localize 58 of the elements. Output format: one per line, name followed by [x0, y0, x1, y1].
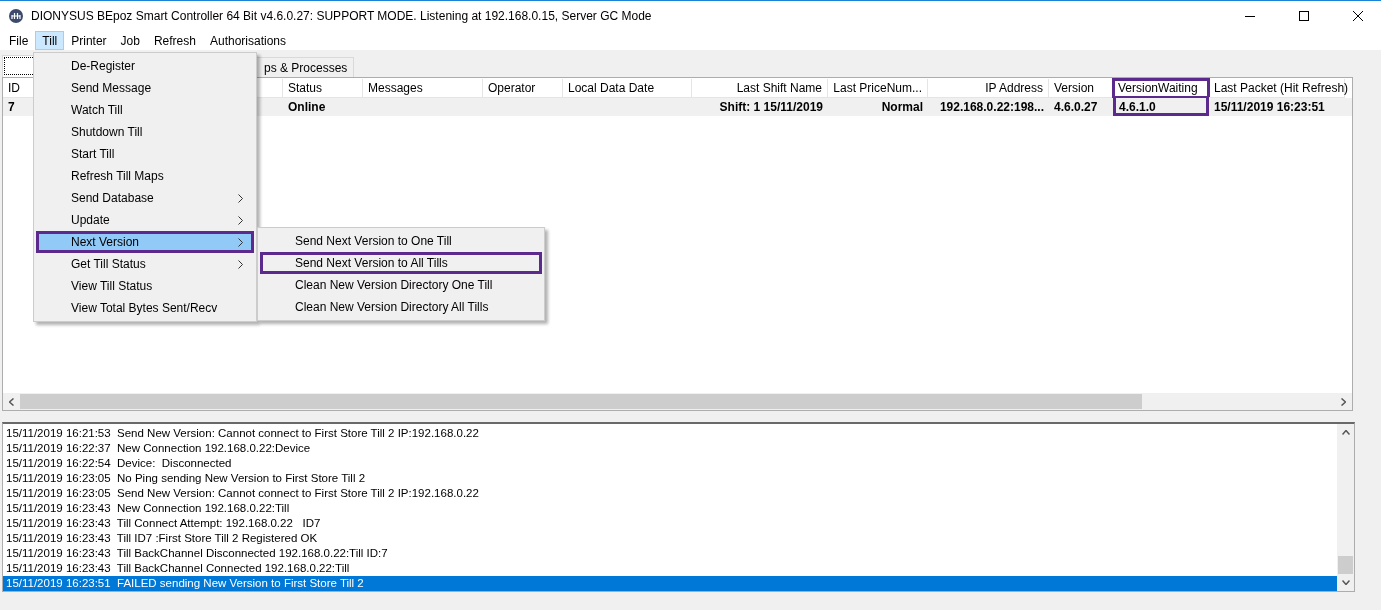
chevron-right-icon: [238, 215, 243, 225]
table-cell-text: 192.168.0.22:198...: [938, 99, 1045, 116]
chevron-right-icon: [238, 237, 243, 247]
table-cell-text: Normal: [880, 99, 924, 116]
log-entry[interactable]: 15/11/2019 16:23:43 Till BackChannel Connected 192.168.0.22:Till: [3, 561, 1337, 576]
scrollbar-thumb[interactable]: [20, 394, 1142, 409]
log-entry[interactable]: 15/11/2019 16:23:43 Till BackChannel Disconnected 192.168.0.22:Till ID:7: [3, 546, 1337, 561]
log-entry[interactable]: 15/11/2019 16:23:43 Till ID7 :First Store Till 2 Registered OK: [3, 531, 1337, 546]
menu-bar-item[interactable]: File: [2, 31, 36, 50]
maximize-icon: [1299, 11, 1309, 21]
menu-item[interactable]: View Total Bytes Sent/Recv: [36, 297, 254, 319]
scroll-up-icon: [1341, 430, 1350, 435]
window-title: DIONYSUS BEpoz Smart Controller 64 Bit v4.6.0.27: SUPPORT MODE. Listening at 192.168.0.15, Server GC Mode: [31, 9, 653, 23]
log-entry[interactable]: 15/11/2019 16:23:51 FAILED sending New Version to First Store Till 2: [3, 576, 1337, 591]
menu-item[interactable]: Refresh Till Maps: [36, 165, 254, 187]
menu-bar-item[interactable]: Refresh: [146, 31, 203, 50]
menu-bar-item[interactable]: Till: [35, 31, 65, 50]
menu-item[interactable]: Send Next Version to All Tills: [260, 252, 542, 274]
log-entry[interactable]: 15/11/2019 16:22:54 Device: Disconnected: [3, 456, 1337, 471]
table-cell-text: Shift: 1 15/11/2019: [718, 99, 824, 116]
menu-item[interactable]: Watch Till: [36, 99, 254, 121]
minimize-icon: [1245, 15, 1255, 17]
vertical-scrollbar[interactable]: [1337, 424, 1354, 591]
menu-item[interactable]: Next Version: [36, 231, 254, 253]
scroll-right-icon: [1341, 397, 1346, 406]
menu-item[interactable]: Send Next Version to One Till: [260, 230, 542, 252]
menu-bar-item[interactable]: Job: [113, 31, 147, 50]
table-cell: 4.6.1.0: [1113, 98, 1209, 116]
menu-item[interactable]: Clean New Version Directory All Tills: [260, 296, 542, 318]
menu-item[interactable]: Shutdown Till: [36, 121, 254, 143]
log-entry[interactable]: 15/11/2019 16:23:05 Send New Version: Cannot connect to First Store Till 2 IP:192.168.0.22: [3, 486, 1337, 501]
horizontal-scrollbar[interactable]: [3, 393, 1352, 410]
close-icon: [1353, 11, 1363, 21]
log-entry[interactable]: 15/11/2019 16:22:37 New Connection 192.168.0.22:Device: [3, 441, 1337, 456]
menu-item[interactable]: Start Till: [36, 143, 254, 165]
menu-item[interactable]: Update: [36, 209, 254, 231]
log-entry[interactable]: 15/11/2019 16:23:43 New Connection 192.168.0.22:Till: [3, 501, 1337, 516]
table-cell-text: 15/11/2019 16:23:51: [1213, 99, 1326, 116]
log-entry[interactable]: 15/11/2019 16:21:53 Send New Version: Cannot connect to First Store Till 2 IP:192.168.0.22: [3, 426, 1337, 441]
table-cell-text: 4.6.0.27: [1053, 99, 1099, 116]
scrollbar-thumb[interactable]: [1338, 556, 1353, 574]
chevron-right-icon: [238, 193, 243, 203]
menu-item[interactable]: Get Till Status: [36, 253, 254, 275]
column-header[interactable]: VersionWaiting: [1113, 79, 1209, 98]
menu-item[interactable]: De-Register: [36, 55, 254, 77]
table-cell-text: Online: [287, 99, 327, 116]
menu-bar-item[interactable]: Printer: [64, 31, 114, 50]
app-logo-icon: [9, 9, 23, 23]
menu-bar-item[interactable]: Authorisations: [202, 31, 293, 50]
menu-item[interactable]: View Till Status: [36, 275, 254, 297]
chevron-right-icon: [238, 259, 243, 269]
menu-item[interactable]: Send Database: [36, 187, 254, 209]
log-entry[interactable]: 15/11/2019 16:23:05 No Ping sending New Version to First Store Till 2: [3, 471, 1337, 486]
scroll-left-icon: [9, 397, 14, 406]
menu-item[interactable]: Clean New Version Directory One Till: [260, 274, 542, 296]
scroll-down-icon: [1341, 580, 1350, 585]
table-cell-text: 7: [7, 99, 16, 116]
log-entry[interactable]: 15/11/2019 16:23:43 Till Connect Attempt: 192.168.0.22 ID7: [3, 516, 1337, 531]
